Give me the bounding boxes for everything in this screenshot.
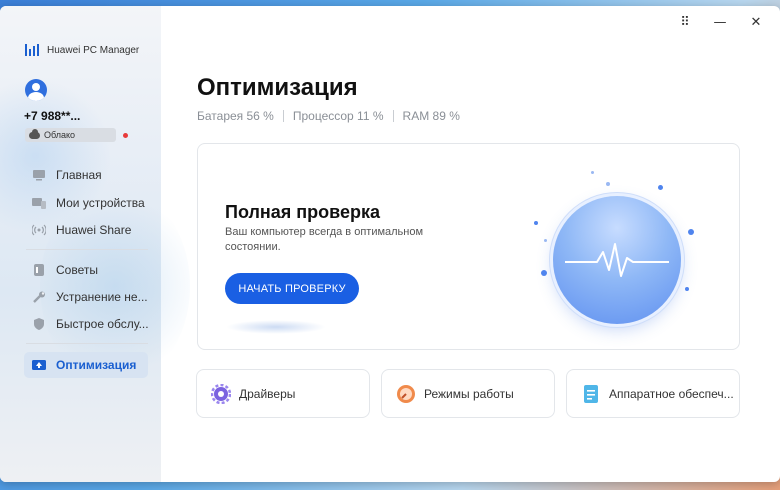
battery-stat: Батарея 56 % bbox=[197, 109, 274, 123]
tile-label: Драйверы bbox=[239, 386, 296, 401]
full-scan-card: Полная проверка Ваш компьютер всегда в о… bbox=[197, 143, 740, 350]
scan-orb bbox=[553, 196, 683, 326]
system-stats: Батарея 56 % Процессор 11 % RAM 89 % bbox=[197, 109, 460, 123]
decor-dot bbox=[544, 239, 547, 242]
decor-dot bbox=[658, 185, 663, 190]
scan-description: Ваш компьютер всегда в оптимальном состо… bbox=[225, 226, 424, 253]
stat-divider bbox=[392, 110, 394, 122]
page-title: Оптимизация bbox=[197, 74, 358, 101]
decor-dot bbox=[541, 270, 547, 276]
pulse-orb-icon bbox=[553, 196, 681, 324]
app-name: Huawei PC Manager bbox=[47, 44, 140, 56]
sidebar-item-devices[interactable]: Мои устройства bbox=[24, 190, 148, 216]
shield-icon bbox=[32, 318, 46, 330]
stat-divider bbox=[282, 110, 284, 122]
sidebar-item-label: Мои устройства bbox=[56, 196, 145, 210]
start-scan-button[interactable]: НАЧАТЬ ПРОВЕРКУ bbox=[225, 273, 359, 304]
speedometer-icon bbox=[396, 384, 416, 404]
close-button[interactable]: ✕ bbox=[746, 12, 766, 32]
sidebar-item-tips[interactable]: Советы bbox=[24, 257, 148, 283]
huawei-logo-icon bbox=[25, 44, 39, 56]
sidebar-item-label: Главная bbox=[56, 168, 102, 182]
scan-title: Полная проверка bbox=[225, 202, 381, 222]
gear-icon bbox=[210, 383, 232, 404]
more-button[interactable]: ⠿ bbox=[675, 12, 695, 32]
app-window: Huawei PC Manager +7 988**... Облако Гла… bbox=[0, 6, 780, 482]
wireless-icon bbox=[32, 224, 46, 236]
devices-icon bbox=[32, 197, 46, 209]
decor-dot bbox=[606, 182, 610, 186]
minimize-button[interactable]: — bbox=[710, 12, 730, 32]
tips-icon bbox=[32, 264, 46, 276]
sidebar-item-quick-service[interactable]: Быстрое обслу... bbox=[24, 311, 148, 337]
sidebar-item-label: Оптимизация bbox=[56, 358, 137, 372]
sidebar-item-label: Быстрое обслу... bbox=[56, 317, 148, 331]
sidebar: Huawei PC Manager +7 988**... Облако Гла… bbox=[0, 6, 190, 482]
sidebar-item-home[interactable]: Главная bbox=[24, 162, 148, 188]
document-icon bbox=[581, 384, 601, 404]
sidebar-item-label: Устранение не... bbox=[56, 290, 148, 304]
sidebar-item-label: Советы bbox=[56, 263, 98, 277]
hardware-tile[interactable]: Аппаратное обеспеч... bbox=[566, 369, 740, 418]
orb-shadow bbox=[226, 320, 326, 334]
decor-dot bbox=[591, 171, 594, 174]
sidebar-item-optimization[interactable]: Оптимизация bbox=[24, 352, 148, 378]
ram-stat: RAM 89 % bbox=[402, 109, 460, 123]
tile-label: Аппаратное обеспеч... bbox=[609, 386, 734, 401]
optimize-icon bbox=[32, 359, 46, 371]
sidebar-item-troubleshoot[interactable]: Устранение не... bbox=[24, 284, 148, 310]
notification-dot bbox=[123, 133, 128, 138]
sidebar-divider bbox=[26, 343, 148, 344]
sidebar-item-huawei-share[interactable]: Huawei Share bbox=[24, 217, 148, 243]
cloud-badge[interactable]: Облако bbox=[25, 128, 116, 142]
tile-label: Режимы работы bbox=[424, 386, 514, 401]
app-brand: Huawei PC Manager bbox=[25, 44, 139, 56]
monitor-icon bbox=[32, 169, 46, 181]
power-modes-tile[interactable]: Режимы работы bbox=[381, 369, 555, 418]
decor-dot bbox=[534, 221, 538, 225]
cpu-stat: Процессор 11 % bbox=[292, 109, 384, 123]
sidebar-divider bbox=[26, 249, 148, 250]
avatar[interactable] bbox=[25, 79, 47, 101]
decor-dot bbox=[688, 229, 694, 235]
cloud-icon bbox=[29, 128, 40, 139]
account-phone[interactable]: +7 988**... bbox=[24, 109, 80, 123]
cloud-label: Облако bbox=[44, 130, 76, 140]
decor-dot bbox=[685, 287, 689, 291]
drivers-tile[interactable]: Драйверы bbox=[196, 369, 370, 418]
sidebar-item-label: Huawei Share bbox=[56, 223, 132, 237]
wrench-icon bbox=[32, 291, 46, 303]
